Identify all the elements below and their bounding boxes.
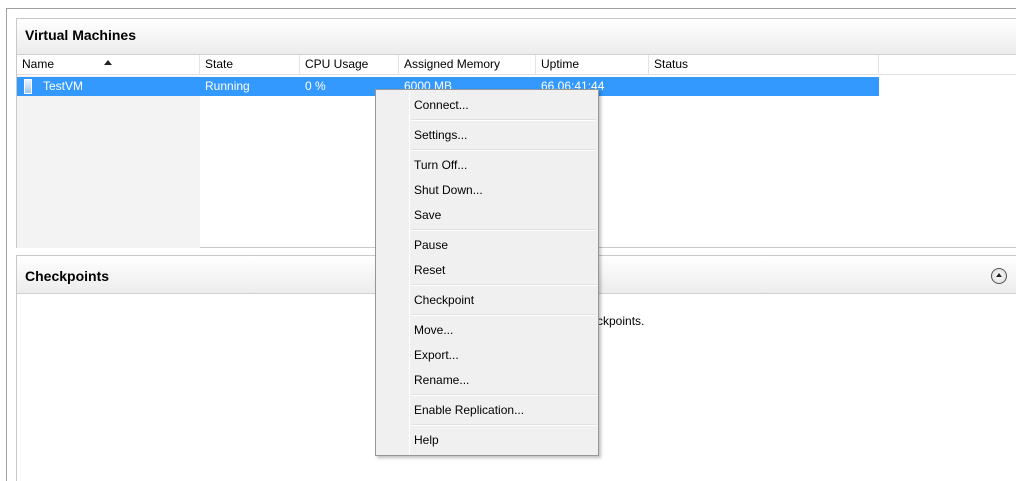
column-status[interactable]: Status bbox=[649, 55, 879, 75]
collapse-panel-icon[interactable] bbox=[991, 268, 1007, 284]
menu-item-help[interactable]: Help bbox=[414, 429, 594, 451]
vm-state: Running bbox=[205, 79, 250, 93]
column-uptime[interactable]: Uptime bbox=[536, 55, 649, 75]
column-uptime-label: Uptime bbox=[541, 57, 580, 71]
name-column-background bbox=[17, 76, 200, 248]
column-name-label: Name bbox=[22, 57, 55, 71]
virtual-machine-icon bbox=[24, 79, 32, 94]
menu-item-shut-down[interactable]: Shut Down... bbox=[414, 179, 594, 201]
column-name[interactable]: Name bbox=[17, 55, 200, 75]
checkpoints-panel-title: Checkpoints bbox=[25, 268, 110, 284]
menu-item-enable-replication[interactable]: Enable Replication... bbox=[414, 399, 594, 421]
menu-item-rename[interactable]: Rename... bbox=[414, 369, 594, 391]
context-menu: Connect... Settings... Turn Off... Shut … bbox=[375, 89, 599, 456]
menu-separator bbox=[411, 119, 596, 121]
menu-separator bbox=[411, 424, 596, 426]
menu-separator bbox=[411, 149, 596, 151]
menu-item-export[interactable]: Export... bbox=[414, 344, 594, 366]
context-menu-gutter bbox=[409, 91, 410, 454]
vm-column-header: Name State CPU Usage Assigned Memory Upt… bbox=[17, 55, 1016, 75]
menu-separator bbox=[411, 229, 596, 231]
menu-item-move[interactable]: Move... bbox=[414, 319, 594, 341]
menu-item-connect[interactable]: Connect... bbox=[414, 94, 594, 116]
vm-panel-header: Virtual Machines bbox=[17, 19, 1016, 55]
column-assigned-memory-label: Assigned Memory bbox=[404, 57, 501, 71]
column-state[interactable]: State bbox=[200, 55, 300, 75]
menu-separator bbox=[411, 314, 596, 316]
vm-panel-title: Virtual Machines bbox=[25, 27, 137, 43]
menu-item-checkpoint[interactable]: Checkpoint bbox=[414, 289, 594, 311]
checkpoints-empty-message: ckpoints. bbox=[597, 314, 645, 328]
menu-item-save[interactable]: Save bbox=[414, 204, 594, 226]
menu-item-reset[interactable]: Reset bbox=[414, 259, 594, 281]
menu-separator bbox=[411, 394, 596, 396]
menu-item-turn-off[interactable]: Turn Off... bbox=[414, 154, 594, 176]
menu-item-settings[interactable]: Settings... bbox=[414, 124, 594, 146]
column-cpu-usage-label: CPU Usage bbox=[305, 57, 369, 71]
column-cpu-usage[interactable]: CPU Usage bbox=[300, 55, 399, 75]
sort-ascending-icon bbox=[104, 60, 112, 65]
vm-name: TestVM bbox=[43, 79, 84, 93]
vm-cpu-usage: 0 % bbox=[305, 79, 326, 93]
menu-item-pause[interactable]: Pause bbox=[414, 234, 594, 256]
column-status-label: Status bbox=[654, 57, 689, 71]
column-assigned-memory[interactable]: Assigned Memory bbox=[399, 55, 536, 75]
column-state-label: State bbox=[205, 57, 234, 71]
menu-separator bbox=[411, 284, 596, 286]
